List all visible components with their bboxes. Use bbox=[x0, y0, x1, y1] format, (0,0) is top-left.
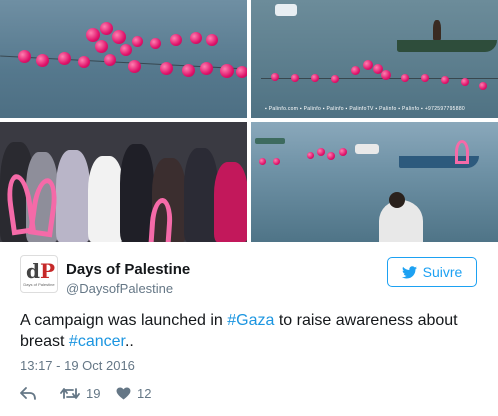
buoy bbox=[339, 148, 347, 156]
retweet-button[interactable]: 19 bbox=[60, 386, 116, 401]
hashtag-gaza[interactable]: #Gaza bbox=[227, 312, 274, 329]
buoy bbox=[36, 54, 49, 67]
buoy bbox=[236, 66, 247, 78]
distant-boat bbox=[255, 138, 285, 144]
avatar[interactable]: dP Days of Palestine bbox=[20, 255, 58, 293]
buoy bbox=[421, 74, 429, 82]
buoy bbox=[220, 64, 234, 78]
photo-boat-buoys[interactable]: ▪ Palinfo.com ▪ Palinfo ▪ Palinfo ▪ Pali… bbox=[251, 0, 498, 118]
user-handle[interactable]: @DaysofPalestine bbox=[66, 281, 173, 296]
buoy bbox=[160, 62, 173, 75]
follow-button[interactable]: Suivre bbox=[387, 257, 477, 287]
buoy bbox=[307, 152, 314, 159]
avatar-caption: Days of Palestine bbox=[23, 282, 55, 287]
pink-ribbon-buoy bbox=[455, 140, 469, 164]
buoy bbox=[100, 22, 113, 35]
photo-watermark: ▪ Palinfo.com ▪ Palinfo ▪ Palinfo ▪ Pali… bbox=[265, 106, 466, 112]
buoy bbox=[317, 148, 325, 156]
person bbox=[214, 162, 247, 242]
buoy bbox=[461, 78, 469, 86]
buoy bbox=[291, 74, 299, 82]
photo-women-ribbons[interactable] bbox=[0, 122, 247, 242]
like-button[interactable]: 12 bbox=[116, 386, 151, 401]
buoy bbox=[479, 82, 487, 90]
buoy bbox=[351, 66, 360, 75]
photo-sea-ribbons[interactable] bbox=[251, 122, 498, 242]
buoy bbox=[95, 40, 108, 53]
fishing-boat bbox=[397, 40, 497, 52]
hashtag-cancer[interactable]: #cancer bbox=[69, 333, 125, 350]
buoy bbox=[112, 30, 126, 44]
buoy bbox=[401, 74, 409, 82]
buoy bbox=[441, 76, 449, 84]
photo-grid: ▪ Palinfo.com ▪ Palinfo ▪ Palinfo ▪ Pali… bbox=[0, 0, 498, 242]
buoy bbox=[271, 73, 279, 81]
buoy bbox=[259, 158, 266, 165]
like-count: 12 bbox=[137, 385, 152, 401]
buoy bbox=[104, 54, 116, 66]
motorboat bbox=[355, 144, 379, 154]
small-boat bbox=[275, 4, 297, 16]
buoy bbox=[363, 60, 373, 70]
person bbox=[56, 150, 90, 242]
heart-icon bbox=[116, 386, 131, 400]
tweet-actions: 19 12 bbox=[20, 384, 151, 402]
buoy bbox=[200, 62, 213, 75]
buoy bbox=[311, 74, 319, 82]
buoy bbox=[170, 34, 182, 46]
tweet-text: A campaign was launched in #Gaza to rais… bbox=[20, 312, 458, 350]
reply-icon bbox=[20, 386, 36, 400]
person bbox=[184, 148, 218, 242]
buoy bbox=[331, 75, 339, 83]
buoy bbox=[273, 158, 280, 165]
buoy bbox=[381, 70, 391, 80]
bird-icon bbox=[401, 265, 417, 278]
buoy bbox=[206, 34, 218, 46]
buoy bbox=[150, 38, 161, 49]
tweet-timestamp[interactable]: 13:17 - 19 Oct 2016 bbox=[20, 358, 135, 373]
person bbox=[88, 156, 124, 242]
spectator-head bbox=[389, 192, 405, 208]
buoy bbox=[327, 152, 335, 160]
person bbox=[433, 20, 441, 40]
follow-label: Suivre bbox=[422, 264, 463, 280]
buoy bbox=[132, 36, 143, 47]
photo-buoys-closeup[interactable] bbox=[0, 0, 247, 118]
buoy bbox=[182, 64, 195, 77]
buoy bbox=[120, 44, 132, 56]
buoy bbox=[78, 56, 90, 68]
buoy bbox=[190, 32, 202, 44]
buoy bbox=[128, 60, 141, 73]
avatar-logo: dP bbox=[26, 259, 56, 283]
buoy bbox=[58, 52, 71, 65]
buoy bbox=[18, 50, 31, 63]
retweet-count: 19 bbox=[86, 385, 101, 401]
retweet-icon bbox=[60, 387, 80, 399]
reply-button[interactable] bbox=[20, 386, 60, 400]
display-name[interactable]: Days of Palestine bbox=[66, 261, 190, 278]
